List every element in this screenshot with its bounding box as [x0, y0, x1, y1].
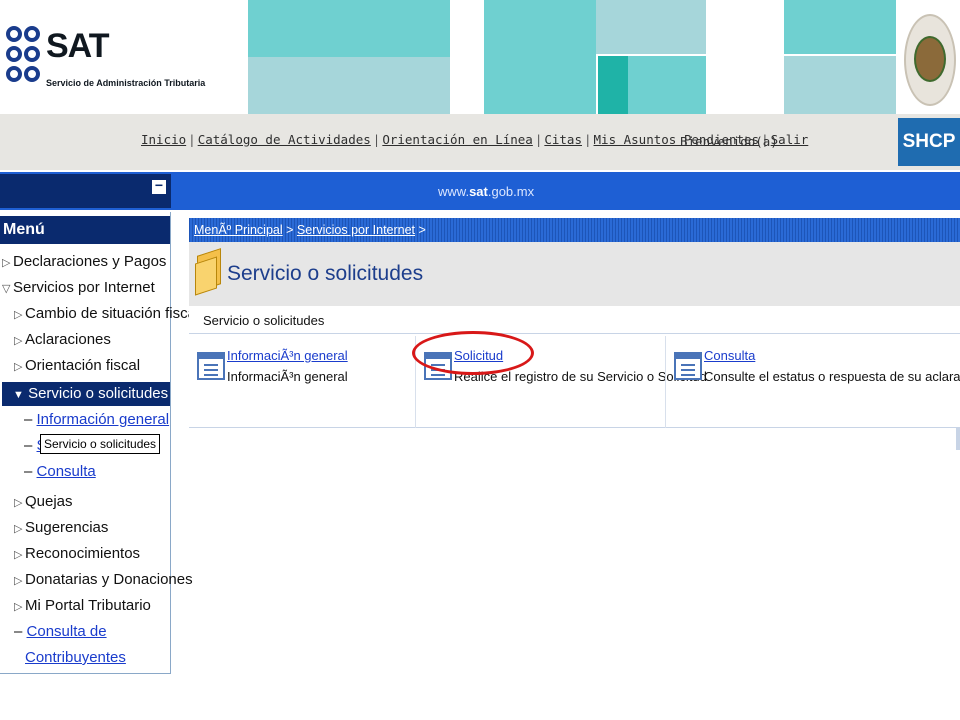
sidebar-item-consulta-contribuyentes-line2[interactable]: Contribuyentes: [25, 648, 126, 668]
folder-icon: [195, 248, 223, 296]
site-url: www.sat.gob.mx: [438, 184, 535, 199]
mexico-seal-icon: [904, 10, 956, 106]
option-informacion: InformaciÃ³n general InformaciÃ³n genera…: [189, 336, 415, 428]
page-title: Servicio o solicitudes: [227, 262, 424, 285]
dash-icon: –: [24, 437, 37, 454]
sidebar-item-quejas[interactable]: ▷ Quejas: [14, 492, 73, 513]
logo-subtitle: Servicio de Administración Tributaria: [46, 78, 206, 88]
breadcrumb-menu-principal[interactable]: MenÃº Principal: [194, 223, 283, 237]
menu-title: Menú: [0, 216, 170, 244]
sidebar-item-servicio-solicitudes[interactable]: ▼ Servicio o solicitudes: [2, 382, 170, 406]
header-decoration: [596, 0, 706, 54]
header-decoration: [784, 56, 896, 114]
dash-icon: –: [24, 411, 37, 428]
sidebar-subitem-informacion[interactable]: – Información general: [24, 410, 169, 430]
form-icon[interactable]: [197, 352, 225, 380]
tooltip: Servicio o solicitudes: [40, 434, 161, 454]
chevron-right-icon: ▷: [14, 309, 23, 321]
sidebar-item-sugerencias[interactable]: ▷ Sugerencias: [14, 518, 108, 539]
sidebar-item-cambio-situacion[interactable]: ▷ Cambio de situación fiscal: [14, 304, 199, 325]
nav-link-citas[interactable]: Citas: [544, 132, 582, 147]
options-row: InformaciÃ³n general InformaciÃ³n genera…: [189, 336, 960, 428]
collapse-menu-button[interactable]: −: [152, 178, 166, 194]
chevron-right-icon: ▷: [14, 335, 23, 347]
option-consulta-desc: Consulte el estatus o respuesta de su ac…: [704, 369, 960, 384]
sidebar-item-aclaraciones[interactable]: ▷ Aclaraciones: [14, 330, 111, 351]
chevron-right-icon: ▷: [14, 549, 23, 561]
form-icon[interactable]: [674, 352, 702, 380]
chevron-right-icon: ▷: [2, 257, 11, 269]
chevron-down-icon: ▽: [2, 283, 11, 295]
chevron-down-icon: ▼: [13, 389, 24, 401]
sidebar-menu: Menú ▷ Declaraciones y Pagos ▽ Servicios p…: [0, 212, 199, 674]
top-navigation: Inicio | Catálogo de Actividades | Orientaci…: [0, 114, 960, 170]
logo-wordmark: SAT: [46, 27, 109, 65]
logo-dots-icon: [6, 26, 44, 88]
header-decoration: [784, 0, 896, 54]
header-decoration: [248, 57, 450, 114]
chevron-right-icon: ▷: [14, 497, 23, 509]
sidebar-subitem-consulta[interactable]: – Consulta: [24, 462, 96, 482]
header-decoration: [484, 0, 596, 114]
header-decoration: [628, 56, 706, 114]
chevron-right-icon: ▷: [14, 523, 23, 535]
chevron-right-icon: ▷: [14, 601, 23, 613]
sidebar-item-servicios-internet[interactable]: ▽ Servicios por Internet: [2, 278, 155, 299]
sidebar-item-declaraciones[interactable]: ▷ Declaraciones y Pagos: [2, 252, 166, 273]
welcome-text: Bienvenido(a): [680, 134, 778, 149]
main-content: MenÃº Principal > Servicios por Internet…: [189, 212, 960, 428]
option-consulta-link[interactable]: Consulta: [704, 348, 755, 363]
sidebar-item-consulta-contribuyentes[interactable]: – Consulta de: [14, 622, 107, 642]
sidebar-item-reconocimientos[interactable]: ▷ Reconocimientos: [14, 544, 140, 565]
nav-link-orientacion[interactable]: Orientación en Línea: [382, 132, 533, 147]
sidebar-header-bar: [0, 174, 171, 208]
sidebar-item-orientacion[interactable]: ▷ Orientación fiscal: [14, 356, 140, 377]
header-decoration: [598, 56, 628, 114]
breadcrumb-servicios-internet[interactable]: Servicios por Internet: [297, 223, 415, 237]
nav-link-inicio[interactable]: Inicio: [141, 132, 186, 147]
chevron-right-icon: ▷: [14, 361, 23, 373]
page-header: Servicio o solicitudes: [189, 242, 960, 306]
option-consulta: Consulta Consulte el estatus o respuesta…: [665, 336, 960, 428]
breadcrumb: MenÃº Principal > Servicios por Internet…: [189, 218, 960, 242]
scroll-edge: [956, 428, 960, 450]
header-decoration: [248, 0, 450, 57]
option-informacion-link[interactable]: InformaciÃ³n general: [227, 348, 348, 363]
option-informacion-desc: InformaciÃ³n general: [227, 369, 348, 384]
highlight-annotation: [412, 331, 534, 375]
sidebar-item-donatarias[interactable]: ▷ Donatarias y Donaciones: [14, 570, 193, 591]
chevron-right-icon: ▷: [14, 575, 23, 587]
sat-logo[interactable]: SAT Servicio de Administración Tributari…: [6, 26, 205, 96]
nav-link-catalogo[interactable]: Catálogo de Actividades: [198, 132, 371, 147]
dash-icon: –: [24, 463, 37, 480]
header-banner: SAT Servicio de Administración Tributari…: [0, 0, 960, 114]
section-subtitle: Servicio o solicitudes: [189, 308, 960, 334]
sidebar-item-mi-portal[interactable]: ▷ Mi Portal Tributario: [14, 596, 151, 617]
dash-icon: –: [14, 623, 27, 640]
shcp-badge[interactable]: SHCP: [898, 118, 960, 166]
